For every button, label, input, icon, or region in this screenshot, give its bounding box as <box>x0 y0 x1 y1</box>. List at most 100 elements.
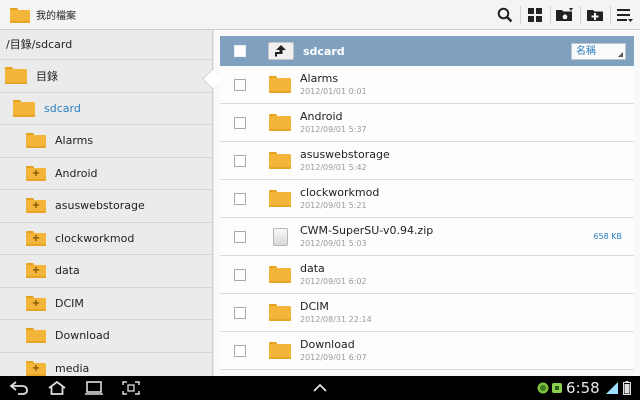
file-name: data <box>300 262 325 275</box>
file-row[interactable]: Alarms 2012/01/01 0:01 <box>220 66 634 104</box>
back-button[interactable] <box>8 379 30 397</box>
zip-file-icon <box>272 227 288 246</box>
folder-icon <box>269 114 291 131</box>
wifi-icon <box>604 379 620 397</box>
folder-icon <box>5 67 27 85</box>
file-row[interactable]: data 2012/09/01 6:02 <box>220 256 634 294</box>
expandable-folder-icon: + <box>26 198 46 214</box>
notification-icon <box>550 379 564 397</box>
expandable-folder-icon: + <box>26 165 46 181</box>
current-path: /目錄/sdcard <box>0 30 212 60</box>
search-button[interactable] <box>490 0 520 30</box>
android-status-icon <box>536 379 550 397</box>
sort-dropdown[interactable]: 名稱 <box>571 43 626 60</box>
folder-icon <box>26 328 46 344</box>
tree-item-label: 目錄 <box>36 69 58 83</box>
row-checkbox[interactable] <box>234 268 246 281</box>
battery-icon <box>620 379 634 397</box>
row-checkbox[interactable] <box>234 230 246 243</box>
menu-button[interactable] <box>610 0 640 30</box>
home-button[interactable] <box>46 379 68 397</box>
file-row[interactable]: Download 2012/09/01 6:07 <box>220 332 634 370</box>
directory-tree-panel: /目錄/sdcard 目錄 sdcard Alarms + Android + … <box>0 30 213 376</box>
recent-apps-icon <box>85 381 103 395</box>
file-list-panel: sdcard 名稱 Alarms 2012/01/01 0:01 Android 2… <box>214 30 640 376</box>
tree-item-sdcard[interactable]: sdcard <box>0 93 212 125</box>
tree-item-alarms[interactable]: Alarms <box>0 125 212 158</box>
tree-item-label: DCIM <box>55 296 84 310</box>
file-list: Alarms 2012/01/01 0:01 Android 2012/09/01 … <box>220 66 634 370</box>
file-row[interactable]: CWM-SuperSU-v0.94.zip 2012/09/01 5:03 658… <box>220 218 634 256</box>
chevron-up-icon <box>313 383 327 392</box>
tree-item-dcim[interactable]: + DCIM <box>0 288 212 320</box>
tree-item-label: Download <box>55 329 110 343</box>
home-icon <box>48 381 66 395</box>
screenshot-icon <box>122 381 140 395</box>
tree-item-download[interactable]: Download <box>0 320 212 353</box>
file-row[interactable]: asuswebstorage 2012/09/01 5:42 <box>220 142 634 180</box>
row-checkbox[interactable] <box>234 78 246 91</box>
action-bar: 我的檔案 <box>0 0 640 30</box>
file-date: 2012/09/01 6:02 <box>300 277 367 286</box>
list-header: sdcard 名稱 <box>220 36 634 66</box>
folder-icon <box>269 190 291 207</box>
add-folder-button[interactable] <box>580 0 610 30</box>
view-mode-button[interactable] <box>520 0 550 30</box>
app-folder-icon <box>10 7 30 23</box>
folder-icon <box>269 304 291 321</box>
expandable-folder-icon: + <box>26 295 46 311</box>
file-row[interactable]: Android 2012/09/01 5:37 <box>220 104 634 142</box>
file-name: Download <box>300 338 355 351</box>
clock: 6:58 <box>566 379 600 397</box>
search-icon <box>497 7 513 23</box>
row-checkbox[interactable] <box>234 192 246 205</box>
row-checkbox[interactable] <box>234 116 246 129</box>
file-date: 2012/09/01 5:21 <box>300 201 367 210</box>
tree-item-label: clockworkmod <box>55 231 135 245</box>
file-name: CWM-SuperSU-v0.94.zip <box>300 224 434 237</box>
expandable-folder-icon: + <box>26 263 46 279</box>
back-icon <box>9 381 28 395</box>
home-folder-icon <box>556 8 573 21</box>
current-folder-title: sdcard <box>303 44 345 58</box>
up-level-button[interactable] <box>268 42 294 60</box>
file-date: 2012/09/01 6:07 <box>300 353 367 362</box>
file-name: DCIM <box>300 300 329 313</box>
tree-item-label: sdcard <box>44 101 81 115</box>
home-folder-button[interactable] <box>550 0 580 30</box>
file-size: 658 KB <box>593 232 622 241</box>
tree-item-asuswebstorage[interactable]: + asuswebstorage <box>0 190 212 223</box>
file-date: 2012/09/01 5:37 <box>300 125 367 134</box>
folder-icon <box>13 99 35 117</box>
expandable-folder-icon: + <box>26 230 46 246</box>
row-checkbox[interactable] <box>234 344 246 357</box>
select-all-checkbox[interactable] <box>234 45 246 57</box>
show-apps-button[interactable] <box>309 379 331 397</box>
file-row[interactable]: clockworkmod 2012/09/01 5:21 <box>220 180 634 218</box>
up-arrow-icon <box>275 45 286 57</box>
tree-item-root[interactable]: 目錄 <box>0 60 212 93</box>
add-folder-icon <box>587 10 603 21</box>
sort-label: 名稱 <box>576 46 596 57</box>
screenshot-button[interactable] <box>120 379 142 397</box>
file-name: Alarms <box>300 72 339 85</box>
file-date: 2012/09/01 5:42 <box>300 163 367 172</box>
file-name: asuswebstorage <box>300 148 390 161</box>
dropdown-corner-icon <box>618 52 623 57</box>
file-row[interactable]: DCIM 2012/08/31 22:14 <box>220 294 634 332</box>
grid-view-icon <box>528 8 542 22</box>
tree-item-label: asuswebstorage <box>55 199 145 213</box>
tree-item-data[interactable]: + data <box>0 255 212 288</box>
file-date: 2012/09/01 5:03 <box>300 239 367 248</box>
folder-icon <box>269 266 291 283</box>
tree-item-clockworkmod[interactable]: + clockworkmod <box>0 223 212 255</box>
file-name: clockworkmod <box>300 186 380 199</box>
recent-apps-button[interactable] <box>83 379 105 397</box>
row-checkbox[interactable] <box>234 306 246 319</box>
tree-item-media[interactable]: + media <box>0 353 212 377</box>
tree-item-label: data <box>55 264 80 278</box>
row-checkbox[interactable] <box>234 154 246 167</box>
tree-item-android[interactable]: + Android <box>0 158 212 190</box>
system-bar: 6:58 <box>0 376 640 400</box>
tree-item-label: media <box>55 361 90 375</box>
